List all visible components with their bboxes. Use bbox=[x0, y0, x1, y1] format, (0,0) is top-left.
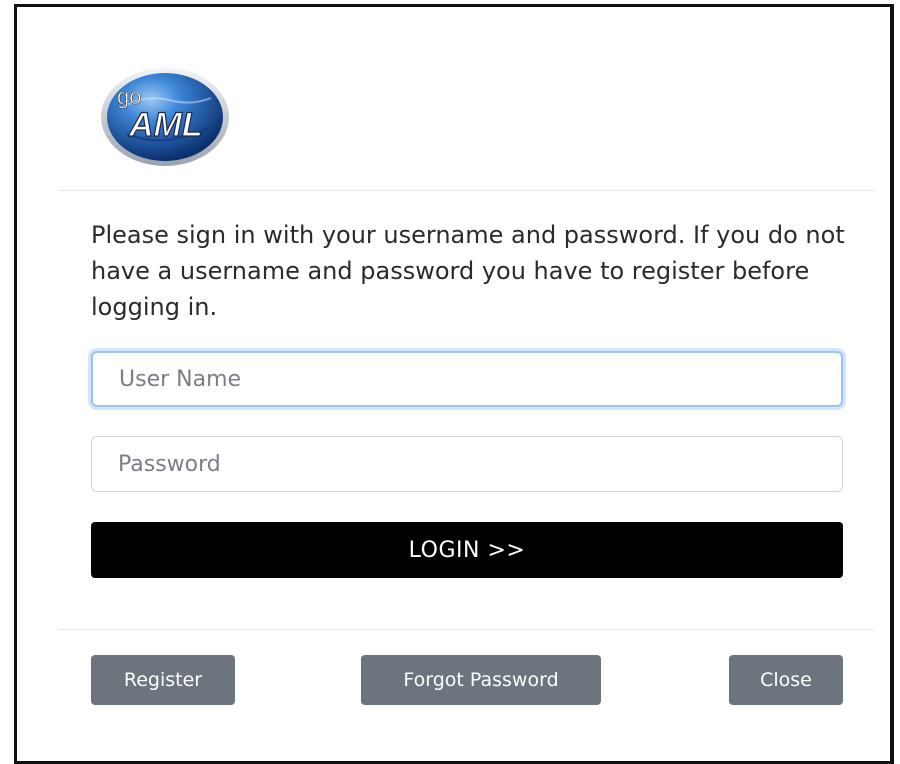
header-divider bbox=[59, 190, 874, 191]
close-button[interactable]: Close bbox=[729, 655, 843, 705]
goaml-logo: go AML bbox=[101, 68, 229, 166]
register-button[interactable]: Register bbox=[91, 655, 235, 705]
footer-divider bbox=[59, 629, 874, 630]
login-button[interactable]: LOGIN >> bbox=[91, 522, 843, 578]
logo-name: AML bbox=[128, 106, 203, 144]
forgot-password-button[interactable]: Forgot Password bbox=[361, 655, 601, 705]
username-input[interactable] bbox=[91, 351, 843, 407]
login-dialog: go AML Please sign in with your username… bbox=[14, 4, 894, 764]
dialog-header: go AML bbox=[17, 7, 890, 191]
password-input[interactable] bbox=[91, 436, 843, 492]
sign-in-instructions: Please sign in with your username and pa… bbox=[91, 221, 845, 321]
